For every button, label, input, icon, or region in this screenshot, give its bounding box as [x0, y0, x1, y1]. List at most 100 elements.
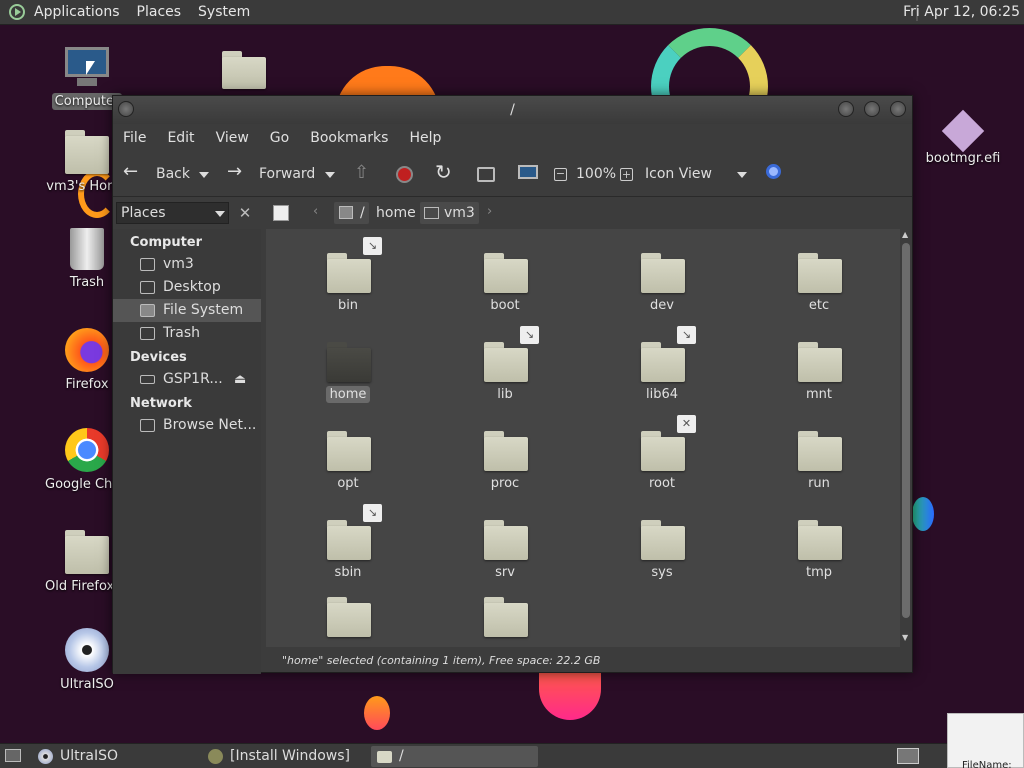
places-menu[interactable]: Places [137, 4, 182, 20]
sidebar-item-label: Browse Net... [163, 417, 257, 433]
workspace-switcher-icon[interactable] [897, 748, 919, 764]
breadcrumb-label: / [360, 205, 365, 221]
symlink-emblem-icon: ↘ [363, 237, 382, 255]
desktop-icon-label: Trash [69, 275, 105, 290]
forward-history-dropdown-icon[interactable] [325, 172, 335, 178]
back-button[interactable]: Back [156, 166, 190, 182]
applications-menu[interactable]: Applications [34, 4, 120, 20]
desktop-icon-label: Firefox [65, 377, 109, 392]
show-desktop-icon[interactable] [5, 749, 21, 762]
sidebar-type-select[interactable]: Places [116, 202, 229, 224]
home-icon[interactable] [477, 167, 495, 182]
breadcrumb-right-arrow-icon[interactable]: › [487, 204, 492, 219]
breadcrumb-left-arrow-icon[interactable]: ‹ [313, 204, 318, 219]
task-label: UltraISO [60, 748, 118, 764]
clock[interactable]: Fri Apr 12, 06:25 [903, 4, 1020, 20]
zoom-in-icon[interactable]: + [620, 168, 633, 181]
menu-edit[interactable]: Edit [167, 130, 194, 146]
top-panel: Applications Places System Fri Apr 12, 0… [0, 0, 1024, 25]
back-history-dropdown-icon[interactable] [199, 172, 209, 178]
drive-icon [339, 206, 353, 219]
view-mode-select[interactable]: Icon View [645, 166, 712, 182]
drive-icon [140, 304, 155, 317]
maximize-button[interactable] [864, 101, 880, 117]
desktop-icon-label: UltraISO [60, 677, 114, 692]
file-name: etc [808, 298, 830, 313]
vertical-scrollbar[interactable]: ▲ ▼ [901, 230, 911, 647]
sidebar-item-gsp1r[interactable]: GSP1R... ⏏ [113, 368, 261, 391]
places-sidebar: Computer vm3 Desktop File System Trash D… [113, 229, 261, 674]
file-manager-window: / File Edit View Go Bookmarks Help ← Bac… [112, 95, 913, 674]
task-ultraiso[interactable]: UltraISO [32, 746, 197, 767]
sidebar-item-trash[interactable]: Trash [113, 322, 261, 345]
search-icon[interactable] [766, 164, 781, 179]
eject-icon[interactable]: ⏏ [234, 368, 246, 391]
close-button[interactable] [890, 101, 906, 117]
sidebar-item-browse-network[interactable]: Browse Net... [113, 414, 261, 437]
view-mode-dropdown-icon[interactable] [737, 172, 747, 178]
folder-icon [798, 431, 842, 471]
folder-icon [641, 253, 685, 293]
sidebar-section-computer: Computer [130, 235, 203, 250]
close-sidebar-icon[interactable]: ✕ [234, 202, 256, 224]
sidebar-item-file-system[interactable]: File System [113, 299, 261, 322]
reload-icon[interactable]: ↻ [435, 160, 452, 184]
breadcrumb-vm3[interactable]: vm3 [420, 202, 479, 224]
task-label: / [399, 748, 404, 764]
file-name: boot [490, 298, 520, 313]
scrollbar-thumb[interactable] [902, 243, 910, 618]
task-label: [Install Windows] [230, 748, 351, 764]
desktop-icon-label: bootmgr.efi [925, 151, 1001, 166]
sidebar-item-label: Desktop [163, 279, 221, 295]
window-title: / [510, 102, 515, 118]
sidebar-item-desktop[interactable]: Desktop [113, 276, 261, 299]
breadcrumb-home[interactable]: home [376, 205, 416, 221]
scroll-down-icon[interactable]: ▼ [902, 633, 908, 642]
main-menu-logo-icon[interactable] [9, 4, 25, 20]
desktop-icon-bootmgr[interactable]: bootmgr.efi [918, 109, 1008, 167]
folder-icon [798, 342, 842, 382]
status-bar: "home" selected (containing 1 item), Fre… [282, 654, 601, 667]
menu-help[interactable]: Help [409, 130, 441, 146]
file-name: bin [337, 298, 359, 313]
computer-icon[interactable] [518, 165, 538, 179]
up-arrow-icon[interactable]: ⇧ [354, 162, 369, 183]
menu-go[interactable]: Go [270, 130, 289, 146]
wallpaper-orange-drop [364, 696, 390, 730]
back-arrow-icon[interactable]: ← [123, 161, 138, 182]
desktop-folder-icon[interactable] [222, 51, 266, 89]
file-name: dev [650, 298, 674, 313]
sidebar-item-label: vm3 [163, 256, 194, 272]
task-file-manager[interactable]: / [371, 746, 538, 767]
file-icon-view[interactable]: ↘ bin boot dev etc home ↘ lib ↘ lib64 mn… [266, 229, 900, 647]
file-name: home [325, 386, 371, 403]
system-menu[interactable]: System [198, 4, 250, 20]
window-titlebar[interactable]: / [113, 96, 912, 124]
chrome-icon [65, 428, 109, 472]
folder-icon [327, 431, 371, 471]
forward-button[interactable]: Forward [259, 166, 315, 182]
edit-location-icon[interactable] [273, 205, 289, 221]
sidebar-section-devices: Devices [130, 350, 187, 365]
breadcrumb-label: vm3 [444, 205, 475, 221]
home-folder-icon [65, 130, 109, 174]
home-icon [140, 258, 155, 271]
file-name: opt [337, 476, 359, 491]
task-install-windows[interactable]: [Install Windows] [202, 746, 367, 767]
zoom-out-icon[interactable]: − [554, 168, 567, 181]
window-menu-button[interactable] [118, 101, 134, 117]
file-name: sbin [334, 565, 362, 580]
file-name: run [808, 476, 830, 491]
menu-file[interactable]: File [123, 130, 146, 146]
breadcrumb-root[interactable]: / [334, 202, 369, 224]
folder-icon [484, 520, 528, 560]
forward-arrow-icon[interactable]: → [227, 161, 242, 182]
sidebar-item-vm3[interactable]: vm3 [113, 253, 261, 276]
menu-bookmarks[interactable]: Bookmarks [310, 130, 388, 146]
minimize-button[interactable] [838, 101, 854, 117]
trash-icon [140, 327, 155, 340]
menu-view[interactable]: View [216, 130, 249, 146]
scroll-up-icon[interactable]: ▲ [902, 230, 908, 239]
stop-icon[interactable] [396, 166, 413, 183]
folder-icon [798, 520, 842, 560]
